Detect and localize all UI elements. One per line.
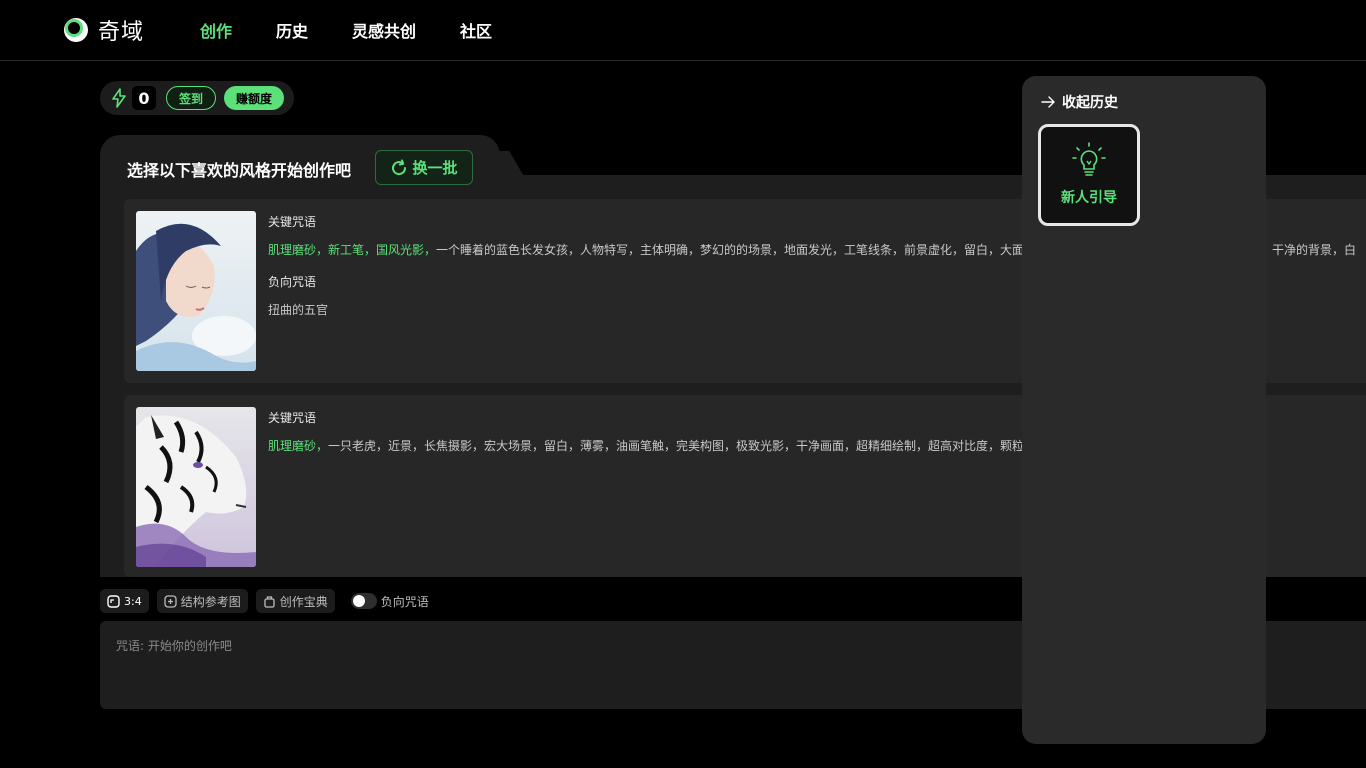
toggle-knob [352,595,365,607]
negative-label: 负向咒语 [268,275,317,289]
lightbulb-icon [1072,142,1106,176]
bag-icon [264,595,275,608]
creation-handbook-button[interactable]: 创作宝典 [255,589,335,613]
logo-icon [64,18,88,42]
arrow-right-icon [1041,96,1055,108]
collapse-history-label: 收起历史 [1062,95,1118,111]
signin-button[interactable]: 签到 [166,86,217,110]
collapse-history-button[interactable]: 收起历史 [1040,92,1118,112]
earn-credits-button[interactable]: 赚额度 [224,86,285,110]
main-nav: 创作 历史 灵感共创 社区 [200,18,536,42]
style-tags: 肌理磨砂，新工笔，国风光影， [268,243,437,257]
aspect-ratio-button[interactable]: 3:4 [100,589,149,613]
style-tags: 肌理磨砂， [268,439,329,453]
negative-prompt-toggle[interactable]: 负向咒语 [350,593,429,610]
logo[interactable]: 奇域 [62,14,144,46]
refresh-label: 换一批 [412,159,458,177]
beginner-guide-card[interactable]: 新人引导 [1038,124,1140,226]
prompt-text: 一只老虎，近景，长焦摄影，宏大场景，留白，薄雾，油画笔触，完美构图，极致光影，干… [328,439,1025,453]
aspect-ratio-label: 3:4 [124,594,142,608]
prompt-input[interactable] [116,639,996,653]
nav-item-inspiration[interactable]: 灵感共创 [352,18,416,42]
logo-text: 奇域 [98,20,145,45]
creation-handbook-label: 创作宝典 [279,594,328,609]
history-panel: 收起历史 新人引导 [1022,76,1266,744]
keyword-prompt: 肌理磨砂，一只老虎，近景，长焦摄影，宏大场景，留白，薄雾，油画笔触，完美构图，极… [268,437,1024,454]
panel-title: 选择以下喜欢的风格开始创作吧 [127,161,352,180]
toggle-switch[interactable] [350,593,377,609]
prompt-text: 一个睡着的蓝色长发女孩，人物特写，主体明确，梦幻的的场景，地面发光，工笔线条，前… [436,243,1025,257]
nav-item-history[interactable]: 历史 [276,18,308,42]
keyword-prompt: 肌理磨砂，新工笔，国风光影，一个睡着的蓝色长发女孩，人物特写，主体明确，梦幻的的… [268,241,1024,258]
keyword-label: 关键咒语 [268,411,317,425]
structure-reference-label: 结构参考图 [180,594,241,609]
keyword-label: 关键咒语 [268,215,317,229]
credit-count: 0 [132,86,156,110]
negative-toggle-label: 负向咒语 [380,594,429,609]
ratio-icon [107,594,120,608]
top-bar: 奇域 创作 历史 灵感共创 社区 [0,0,1366,61]
add-image-icon [164,594,177,608]
nav-item-community[interactable]: 社区 [460,18,492,42]
style-thumbnail-tiger [136,407,256,567]
nav-item-create[interactable]: 创作 [200,18,232,42]
refresh-button[interactable]: 换一批 [375,150,473,185]
negative-prompt: 扭曲的五官 [268,303,329,317]
credits-bar: 0 签到 赚额度 [100,81,294,115]
beginner-guide-label: 新人引导 [1061,190,1117,206]
refresh-icon [392,159,407,175]
input-toolbar: 3:4 结构参考图 创作宝典 负向咒语 [100,589,429,613]
structure-reference-button[interactable]: 结构参考图 [156,589,248,613]
style-thumbnail-girl [136,211,256,371]
bolt-icon [112,88,126,108]
